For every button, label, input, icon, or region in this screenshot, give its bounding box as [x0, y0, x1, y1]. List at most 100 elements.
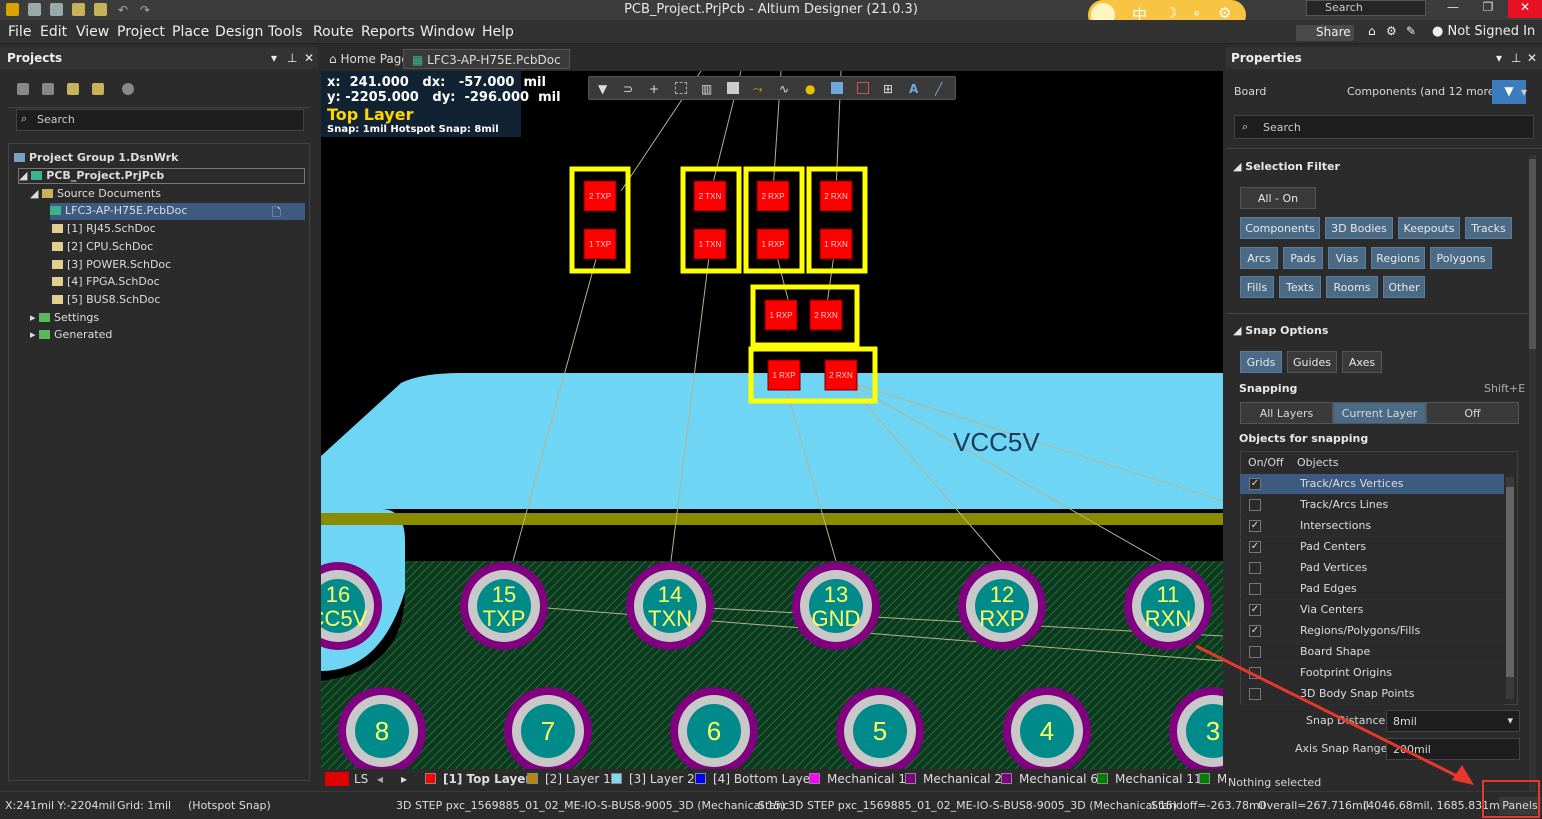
- minimize-button[interactable]: —: [1436, 0, 1470, 18]
- select-rect-icon[interactable]: [675, 82, 687, 94]
- layer-tab-mech6[interactable]: Mechanical 6: [1001, 772, 1098, 786]
- tree-pcbdoc[interactable]: LFC3-AP-H75E.PcbDoc 🗋: [50, 203, 305, 220]
- filter-regions-button[interactable]: Regions: [1371, 247, 1425, 269]
- menu-design[interactable]: Design: [215, 24, 263, 40]
- compile-icon[interactable]: [42, 83, 54, 95]
- save-project-icon[interactable]: [17, 83, 29, 95]
- menu-file[interactable]: File: [8, 24, 31, 40]
- route-icon[interactable]: ⤳: [753, 82, 765, 96]
- pcb-canvas[interactable]: 2 TXP 1 TXP 2 TXN 1 TXN 2 RXP 1 RXP 2 RXN 1 RXN…: [321, 71, 1223, 769]
- filter-components-button[interactable]: Components: [1240, 217, 1320, 239]
- menu-edit[interactable]: Edit: [40, 24, 67, 40]
- tree-fpga[interactable]: [4] FPGA.SchDoc: [52, 275, 160, 288]
- snap-object-row[interactable]: ✓ Regions/Polygons/Fills: [1240, 621, 1504, 642]
- layer-set-button[interactable]: LS: [354, 772, 368, 786]
- tab-pcbdoc[interactable]: ▦ LFC3-AP-H75E.PcbDoc: [403, 49, 570, 69]
- filter-keepouts-button[interactable]: Keepouts: [1398, 217, 1460, 239]
- properties-search-input[interactable]: Search: [1234, 115, 1534, 139]
- snap-object-checkbox[interactable]: ✓: [1249, 541, 1261, 553]
- tree-source-documents[interactable]: ◢ Source Documents: [30, 187, 161, 200]
- snap-guides-button[interactable]: Guides: [1287, 351, 1337, 373]
- panel-menu-icon[interactable]: ▾: [271, 51, 277, 65]
- snap-object-row[interactable]: ✓ Intersections: [1240, 516, 1504, 537]
- tree-project-group[interactable]: Project Group 1.DsnWrk: [14, 151, 178, 164]
- snap-all-layers-button[interactable]: All Layers: [1240, 402, 1333, 424]
- snap-options-header[interactable]: ◢ Snap Options: [1233, 324, 1328, 337]
- snap-object-checkbox[interactable]: ✓: [1249, 478, 1261, 490]
- projects-search-input[interactable]: Search: [16, 109, 304, 131]
- tree-bus8[interactable]: [5] BUS8.SchDoc: [52, 293, 160, 306]
- notifications-icon[interactable]: ✎: [1406, 24, 1416, 38]
- layer-tab-mech2[interactable]: Mechanical 2: [905, 772, 1002, 786]
- keepout-icon[interactable]: [857, 82, 869, 94]
- align-icon[interactable]: ▥: [701, 82, 713, 96]
- snap-object-row[interactable]: Track/Arcs Lines: [1240, 495, 1504, 516]
- menu-help[interactable]: Help: [482, 24, 514, 40]
- filter-tracks-button[interactable]: Tracks: [1465, 217, 1512, 239]
- filter-polygons-button[interactable]: Polygons: [1430, 247, 1492, 269]
- via-icon[interactable]: ●: [805, 82, 817, 96]
- share-button[interactable]: Share: [1296, 25, 1354, 41]
- properties-scrollbar[interactable]: [1529, 155, 1536, 815]
- snap-object-row[interactable]: Pad Edges: [1240, 579, 1504, 600]
- tree-settings[interactable]: ▸ Settings: [30, 311, 99, 324]
- home-icon[interactable]: ⌂: [1368, 24, 1376, 38]
- filter-fills-button[interactable]: Fills: [1240, 276, 1274, 298]
- menu-tools[interactable]: Tools: [268, 24, 303, 40]
- snap-object-checkbox[interactable]: ✓: [1249, 604, 1261, 616]
- title-search-input[interactable]: Search: [1306, 0, 1426, 16]
- menu-window[interactable]: Window: [420, 24, 475, 40]
- filter-3dbodies-button[interactable]: 3D Bodies: [1325, 217, 1393, 239]
- components-scope[interactable]: Components (and 12 more): [1347, 85, 1499, 98]
- filter-pads-button[interactable]: Pads: [1283, 247, 1323, 269]
- scrollbar-thumb[interactable]: [1506, 487, 1514, 677]
- tree-generated[interactable]: ▸ Generated: [30, 328, 112, 341]
- snap-object-checkbox[interactable]: ✓: [1249, 625, 1261, 637]
- layer-tab-bottom[interactable]: [4] Bottom Layer: [695, 772, 815, 786]
- snap-object-checkbox[interactable]: [1249, 583, 1261, 595]
- panel-menu-icon[interactable]: ▾: [1496, 51, 1502, 65]
- table-scrollbar[interactable]: [1506, 477, 1514, 699]
- open-folder-icon[interactable]: [67, 83, 79, 95]
- layer-tab-2[interactable]: [3] Layer 2: [611, 772, 695, 786]
- snap-axes-button[interactable]: Axes: [1342, 351, 1382, 373]
- filter-dropdown-icon[interactable]: ▾: [1521, 85, 1527, 99]
- filter-rooms-button[interactable]: Rooms: [1326, 276, 1378, 298]
- tree-cpu[interactable]: [2] CPU.SchDoc: [52, 240, 153, 253]
- settings-gear-icon[interactable]: ⚙: [1386, 24, 1397, 38]
- project-settings-icon[interactable]: [122, 83, 134, 95]
- snap-current-layer-button[interactable]: Current Layer: [1333, 402, 1426, 424]
- place-component-icon[interactable]: [727, 82, 739, 94]
- tree-rj45[interactable]: [1] RJ45.SchDoc: [52, 222, 156, 235]
- interactive-routing-icon[interactable]: ⊃: [623, 82, 635, 96]
- diff-pair-icon[interactable]: ∿: [779, 82, 791, 96]
- snap-object-checkbox[interactable]: ✓: [1249, 520, 1261, 532]
- layer-tab-mech1[interactable]: Mechanical 1: [809, 772, 906, 786]
- snap-off-button[interactable]: Off: [1426, 402, 1519, 424]
- tree-project[interactable]: ◢ PCB_Project.PrjPcb: [18, 168, 305, 184]
- snap-object-row[interactable]: ✓ Pad Centers: [1240, 537, 1504, 558]
- layer-scroll-left-icon[interactable]: ◂: [377, 772, 383, 786]
- snap-object-row[interactable]: ✓ Via Centers: [1240, 600, 1504, 621]
- user-menu[interactable]: ● Not Signed In: [1432, 24, 1535, 39]
- close-button[interactable]: ✕: [1508, 0, 1542, 18]
- line-icon[interactable]: ╱: [935, 82, 947, 96]
- layer-tab-1[interactable]: [2] Layer 1: [527, 772, 611, 786]
- filter-texts-button[interactable]: Texts: [1279, 276, 1321, 298]
- menu-reports[interactable]: Reports: [361, 24, 415, 40]
- pin-icon[interactable]: ⊥: [287, 51, 297, 65]
- filter-arcs-button[interactable]: Arcs: [1240, 247, 1278, 269]
- snap-object-row[interactable]: ✓ Track/Arcs Vertices: [1240, 474, 1504, 495]
- close-panel-icon[interactable]: ✕: [304, 51, 314, 65]
- add-folder-icon[interactable]: [92, 83, 104, 95]
- text-icon[interactable]: A: [909, 82, 921, 96]
- menu-place[interactable]: Place: [172, 24, 209, 40]
- snap-grids-button[interactable]: Grids: [1240, 351, 1282, 373]
- filter-vias-button[interactable]: Vias: [1328, 247, 1366, 269]
- layer-tab-mech11[interactable]: Mechanical 11: [1097, 772, 1202, 786]
- all-on-button[interactable]: All - On: [1240, 187, 1316, 209]
- current-layer-color[interactable]: [325, 772, 349, 786]
- restore-button[interactable]: ❐: [1471, 0, 1505, 18]
- menu-view[interactable]: View: [76, 24, 109, 40]
- fill-icon[interactable]: [831, 82, 843, 94]
